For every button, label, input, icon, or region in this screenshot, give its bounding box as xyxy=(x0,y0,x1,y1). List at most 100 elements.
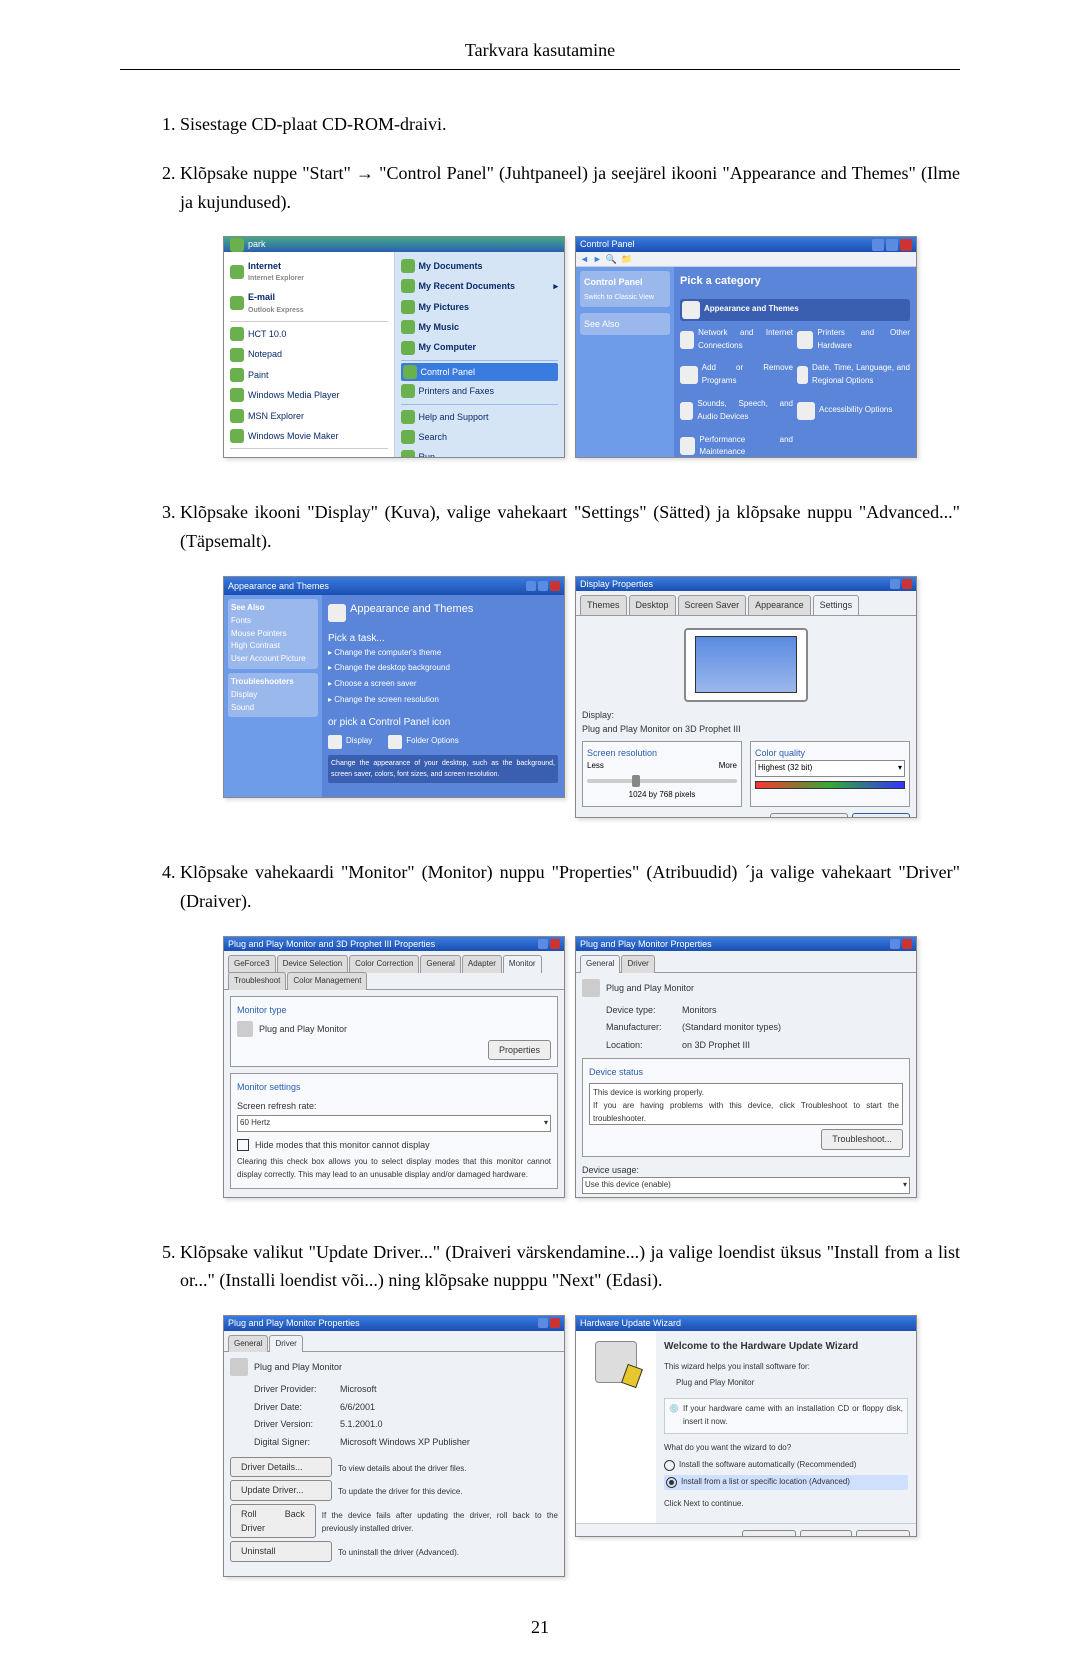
details-button[interactable]: Driver Details... xyxy=(230,1457,332,1477)
troubleshoot-button[interactable]: Troubleshoot... xyxy=(770,813,848,818)
tab-trouble[interactable]: Troubleshoot xyxy=(228,972,286,990)
search-icon[interactable]: 🔍 xyxy=(606,252,617,266)
email-item[interactable]: E-mailOutlook Express xyxy=(230,287,388,319)
close-icon[interactable] xyxy=(900,239,912,251)
properties-button[interactable]: Properties xyxy=(488,1040,551,1060)
performance-item[interactable]: Performance and Maintenance xyxy=(680,434,793,459)
tab-colormgmt[interactable]: Color Management xyxy=(287,972,367,990)
task-saver[interactable]: ▸ Choose a screen saver xyxy=(328,678,558,691)
tab-desktop[interactable]: Desktop xyxy=(629,595,676,614)
wmp-item[interactable]: Windows Media Player xyxy=(230,385,388,405)
computer-item[interactable]: My Computer xyxy=(401,337,559,357)
internet-item[interactable]: InternetInternet Explorer xyxy=(230,256,388,288)
help-item[interactable]: Help and Support xyxy=(401,407,559,427)
troubleshoot-button[interactable]: Troubleshoot... xyxy=(821,1129,903,1149)
back-button[interactable]: < Back xyxy=(742,1530,796,1537)
task-bg[interactable]: ▸ Change the desktop background xyxy=(328,662,558,675)
mydocs-item[interactable]: My Documents xyxy=(401,256,559,276)
task-theme[interactable]: ▸ Change the computer's theme xyxy=(328,647,558,660)
search-item[interactable]: Search xyxy=(401,427,559,447)
close-icon[interactable] xyxy=(902,579,912,589)
printers-hw-item[interactable]: Printers and Other Hardware xyxy=(797,327,910,353)
minimize-icon[interactable] xyxy=(872,239,884,251)
mouse-link[interactable]: Mouse Pointers xyxy=(231,628,315,641)
maximize-icon[interactable] xyxy=(886,239,898,251)
close-icon[interactable] xyxy=(550,581,560,591)
wmm-item[interactable]: Windows Movie Maker xyxy=(230,426,388,446)
monitor-preview xyxy=(684,628,808,702)
folders-icon[interactable]: 📁 xyxy=(621,252,632,266)
cancel-button[interactable]: Cancel xyxy=(856,1530,910,1537)
cd-icon: 💿 xyxy=(669,1403,679,1416)
fonts-link[interactable]: Fonts xyxy=(231,615,315,628)
display-trouble-link[interactable]: Display xyxy=(231,689,315,702)
accessibility-icon xyxy=(797,402,815,420)
datetime-item[interactable]: Date, Time, Language, and Regional Optio… xyxy=(797,362,910,388)
tab-driver[interactable]: Driver xyxy=(269,1335,302,1353)
hct-item[interactable]: HCT 10.0 xyxy=(230,324,388,344)
color-preview xyxy=(755,781,905,789)
switch-view-link[interactable]: Switch to Classic View xyxy=(584,292,666,303)
tab-driver[interactable]: Driver xyxy=(621,955,654,973)
tab-themes[interactable]: Themes xyxy=(580,595,627,614)
tab-adapter[interactable]: Adapter xyxy=(462,955,502,973)
step-4: Klõpsake vahekaardi "Monitor" (Monitor) … xyxy=(180,858,960,1198)
rollback-button[interactable]: Roll Back Driver xyxy=(230,1504,316,1539)
close-icon[interactable] xyxy=(902,939,912,949)
msn-item[interactable]: MSN Explorer xyxy=(230,406,388,426)
back-icon[interactable]: ◄ xyxy=(580,252,589,266)
notepad-item[interactable]: Notepad xyxy=(230,344,388,364)
sound-trouble-link[interactable]: Sound xyxy=(231,702,315,715)
ua-link[interactable]: User Account Picture xyxy=(231,653,315,666)
hide-modes-checkbox[interactable] xyxy=(237,1139,249,1151)
refresh-select[interactable]: 60 Hertz▾ xyxy=(237,1115,551,1132)
help-icon[interactable] xyxy=(890,579,900,589)
tab-monitor[interactable]: Monitor xyxy=(503,955,542,973)
all-programs-item[interactable]: All Programs▶ xyxy=(230,451,388,458)
minimize-icon[interactable] xyxy=(526,581,536,591)
color-quality-select[interactable]: Highest (32 bit)▾ xyxy=(755,760,905,777)
radio-list[interactable]: Install from a list or specific location… xyxy=(664,1475,908,1490)
resolution-slider[interactable] xyxy=(587,779,737,783)
network-item[interactable]: Network and Internet Connections xyxy=(680,327,793,353)
tab-settings[interactable]: Settings xyxy=(813,595,860,614)
accessibility-item[interactable]: Accessibility Options xyxy=(797,398,910,424)
tab-geforce[interactable]: GeForce3 xyxy=(228,955,276,973)
contrast-link[interactable]: High Contrast xyxy=(231,640,315,653)
tab-general[interactable]: General xyxy=(580,955,620,973)
advanced-button[interactable]: Advanced xyxy=(852,813,910,818)
help-icon[interactable] xyxy=(538,939,548,949)
help-icon[interactable] xyxy=(538,1318,548,1328)
close-icon[interactable] xyxy=(550,939,560,949)
music-item[interactable]: My Music xyxy=(401,317,559,337)
tab-general[interactable]: General xyxy=(420,955,460,973)
tab-general[interactable]: General xyxy=(228,1335,268,1353)
maximize-icon[interactable] xyxy=(538,581,548,591)
pictures-item[interactable]: My Pictures xyxy=(401,297,559,317)
uninstall-button[interactable]: Uninstall xyxy=(230,1541,332,1561)
usage-select[interactable]: Use this device (enable)▾ xyxy=(582,1177,910,1194)
next-button[interactable]: Next > xyxy=(800,1530,852,1537)
control-panel-item[interactable]: Control Panel xyxy=(401,363,559,381)
appearance-themes-item[interactable]: Appearance and Themes xyxy=(680,299,910,321)
sounds-item[interactable]: Sounds, Speech, and Audio Devices xyxy=(680,398,793,424)
themes-header: Appearance and Themes xyxy=(350,601,473,619)
task-res[interactable]: ▸ Change the screen resolution xyxy=(328,694,558,707)
help-icon[interactable] xyxy=(890,939,900,949)
tab-appearance[interactable]: Appearance xyxy=(748,595,811,614)
run-item[interactable]: Run... xyxy=(401,447,559,458)
addremove-item[interactable]: Add or Remove Programs xyxy=(680,362,793,388)
folder-cp-item[interactable]: Folder Options xyxy=(406,735,458,748)
display-cp-item[interactable]: Display xyxy=(346,735,372,748)
forward-icon[interactable]: ► xyxy=(593,252,602,266)
figure-pnp-driver: Plug and Play Monitor Properties General… xyxy=(223,1315,565,1577)
tab-device[interactable]: Device Selection xyxy=(277,955,349,973)
tab-color[interactable]: Color Correction xyxy=(349,955,419,973)
close-icon[interactable] xyxy=(550,1318,560,1328)
recent-item[interactable]: My Recent Documents▸ xyxy=(401,276,559,296)
update-driver-button[interactable]: Update Driver... xyxy=(230,1480,332,1500)
radio-auto[interactable]: Install the software automatically (Reco… xyxy=(664,1459,908,1472)
paint-item[interactable]: Paint xyxy=(230,365,388,385)
tab-saver[interactable]: Screen Saver xyxy=(678,595,747,614)
printers-item[interactable]: Printers and Faxes xyxy=(401,381,559,401)
